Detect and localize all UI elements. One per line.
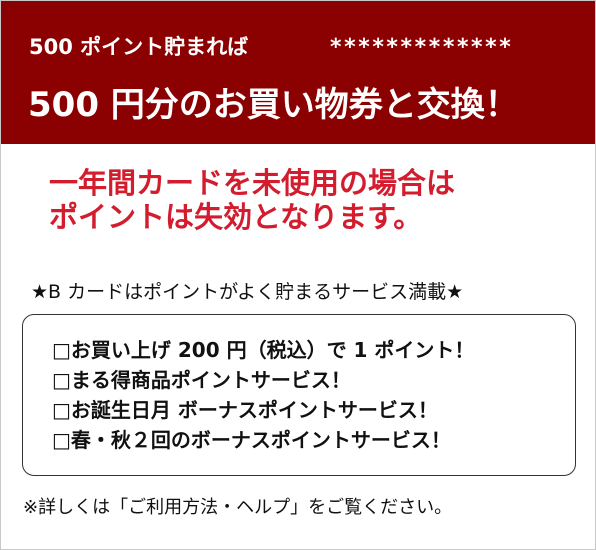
features-box: □お買い上げ 200 円（税込）で 1 ポイント！ □まる得商品ポイントサービス… bbox=[22, 314, 576, 476]
banner-voucher-text: 500 円分のお買い物券と交換！ bbox=[28, 85, 519, 125]
points-card: 500 ポイント貯まれば ************* 500 円分のお買い物券と… bbox=[0, 0, 596, 550]
promo-banner: 500 ポイント貯まれば ************* 500 円分のお買い物券と… bbox=[1, 1, 595, 144]
banner-stars: ************* bbox=[330, 35, 514, 60]
features-list: □お買い上げ 200 円（税込）で 1 ポイント！ □まる得商品ポイントサービス… bbox=[52, 335, 474, 455]
expiry-warning: 一年間カードを未使用の場合は ポイントは失効となります。 bbox=[49, 166, 455, 234]
help-footnote: ※詳しくは「ご利用方法・ヘルプ」をご覧ください。 bbox=[23, 497, 453, 518]
feature-item: □お買い上げ 200 円（税込）で 1 ポイント！ bbox=[52, 338, 475, 362]
features-heading: ★B カードはポイントがよく貯まるサービス満載★ bbox=[31, 281, 464, 303]
banner-points-text: 500 ポイント貯まれば bbox=[29, 35, 249, 59]
feature-item: □春・秋２回のボーナスポイントサービス！ bbox=[52, 428, 451, 452]
feature-item: □お誕生日月 ボーナスポイントサービス！ bbox=[52, 398, 438, 422]
expiry-warning-line1: 一年間カードを未使用の場合は bbox=[49, 166, 456, 200]
feature-item: □まる得商品ポイントサービス！ bbox=[52, 368, 351, 392]
expiry-warning-line2: ポイントは失効となります。 bbox=[49, 200, 423, 234]
